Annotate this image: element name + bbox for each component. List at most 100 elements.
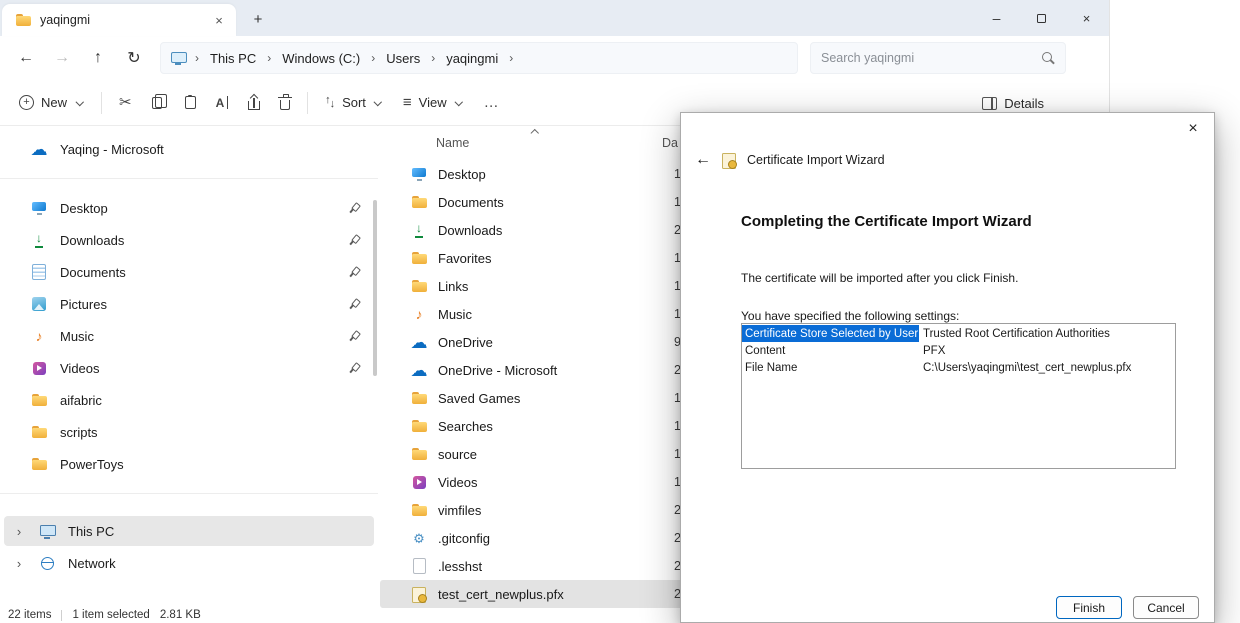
file-name: Saved Games (438, 391, 664, 406)
tree-section: › This PC › Network (0, 516, 378, 578)
folder-icon (30, 391, 48, 409)
folder-icon (410, 445, 428, 463)
chevron-right-icon[interactable]: › (12, 524, 26, 539)
file-name: Links (438, 279, 664, 294)
this-pc-icon (171, 51, 186, 65)
selection-size: 2.81 KB (160, 609, 201, 621)
chevron-down-icon (374, 98, 383, 107)
desktop-icon (410, 165, 428, 183)
finish-button[interactable]: Finish (1056, 596, 1122, 619)
trash-icon (280, 100, 290, 111)
downloads-icon (30, 231, 48, 249)
tab-close-button[interactable]: × (210, 11, 228, 29)
documents-icon (30, 263, 48, 281)
forward-button[interactable]: → (44, 42, 80, 74)
delete-button[interactable] (271, 86, 299, 120)
maximize-icon (1037, 14, 1046, 23)
folder-icon (410, 249, 428, 267)
sidebar-item-label: Documents (60, 265, 126, 280)
setting-row-filename[interactable]: File Name C:\Users\yaqingmi\test_cert_ne… (742, 359, 1175, 376)
wizard-back-button[interactable]: ← (695, 152, 711, 168)
new-button[interactable]: + New (10, 86, 93, 120)
sidebar-item-pictures[interactable]: Pictures (4, 289, 374, 319)
search-box[interactable] (810, 42, 1066, 74)
sidebar-item-downloads[interactable]: Downloads (4, 225, 374, 255)
address-bar[interactable]: › This PC › Windows (C:) › Users › yaqin… (160, 42, 798, 74)
date-column-header[interactable]: Da (662, 136, 678, 150)
item-count: 22 items (8, 609, 51, 621)
sidebar-item-powertoys[interactable]: PowerToys (4, 449, 374, 479)
maximize-button[interactable] (1019, 0, 1064, 36)
dialog-close-button[interactable]: × (1178, 116, 1208, 142)
sidebar-item-network[interactable]: › Network (4, 548, 374, 578)
chevron-right-icon[interactable]: › (12, 556, 26, 571)
view-button[interactable]: ≡ View (394, 86, 473, 120)
sidebar-item-documents[interactable]: Documents (4, 257, 374, 287)
file-name: OneDrive (438, 335, 664, 350)
back-button[interactable]: ← (8, 42, 44, 74)
sidebar-item-scripts[interactable]: scripts (4, 417, 374, 447)
sidebar-item-this-pc[interactable]: › This PC (4, 516, 374, 546)
pin-icon (346, 264, 363, 281)
music-icon (30, 327, 48, 345)
status-divider (61, 610, 62, 621)
copy-button[interactable] (143, 86, 174, 120)
sidebar-item-videos[interactable]: Videos (4, 353, 374, 383)
paste-button[interactable] (176, 86, 205, 120)
settings-list[interactable]: Certificate Store Selected by User Trust… (741, 323, 1176, 469)
sidebar-item-label: Downloads (60, 233, 124, 248)
breadcrumb-windows-c[interactable]: Windows (C:) (276, 48, 366, 69)
sort-button[interactable]: ↑↓ Sort (316, 86, 392, 120)
pin-icon (346, 200, 363, 217)
file-name: Videos (438, 475, 664, 490)
up-button[interactable]: ↑ (80, 42, 116, 74)
share-button[interactable] (239, 86, 269, 120)
view-label: View (419, 95, 447, 110)
file-name: Documents (438, 195, 664, 210)
pin-icon (346, 296, 363, 313)
details-panel-icon (982, 97, 997, 110)
sidebar-item-label: Yaqing - Microsoft (60, 142, 164, 157)
chevron-down-icon (455, 98, 464, 107)
this-pc-icon (38, 522, 56, 540)
pin-icon (346, 360, 363, 377)
sidebar-item-onedrive-account[interactable]: Yaqing - Microsoft (4, 134, 374, 164)
search-input[interactable] (821, 51, 1034, 65)
sidebar-scrollbar[interactable] (373, 200, 377, 376)
desktop-icon (30, 199, 48, 217)
certificate-icon (720, 151, 738, 169)
sidebar-item-label: Videos (60, 361, 100, 376)
breadcrumb-this-pc[interactable]: This PC (204, 48, 262, 69)
sidebar-item-desktop[interactable]: Desktop (4, 193, 374, 223)
wizard-description: The certificate will be imported after y… (741, 271, 1018, 285)
refresh-button[interactable]: ↻ (116, 42, 152, 74)
screen: yaqingmi × + – × ← → ↑ ↻ › This PC › Win… (0, 0, 1240, 623)
pinned-section: Desktop Downloads Documents (0, 193, 378, 479)
breadcrumb-users[interactable]: Users (380, 48, 426, 69)
setting-value: Trusted Root Certification Authorities (919, 325, 1114, 342)
cancel-button[interactable]: Cancel (1133, 596, 1199, 619)
setting-key: File Name (742, 359, 919, 376)
wizard-title: Certificate Import Wizard (747, 153, 885, 167)
minimize-button[interactable]: – (974, 0, 1019, 36)
more-options-button[interactable]: … (475, 86, 508, 120)
music-icon (410, 305, 428, 323)
rename-button[interactable] (207, 86, 237, 120)
sidebar-item-aifabric[interactable]: aifabric (4, 385, 374, 415)
explorer-tab[interactable]: yaqingmi × (2, 4, 236, 36)
folder-icon (14, 11, 32, 29)
new-tab-button[interactable]: + (246, 7, 270, 31)
pin-icon (346, 328, 363, 345)
cut-button[interactable]: ✂ (110, 86, 141, 120)
close-button[interactable]: × (1064, 0, 1109, 36)
setting-row-store[interactable]: Certificate Store Selected by User Trust… (742, 325, 1175, 342)
file-name: test_cert_newplus.pfx (438, 587, 664, 602)
copy-icon (152, 97, 162, 109)
folder-icon (30, 423, 48, 441)
name-column-header[interactable]: Name (436, 136, 662, 150)
navigation-sidebar: Yaqing - Microsoft Desktop Downloads (0, 126, 378, 607)
breadcrumb-yaqingmi[interactable]: yaqingmi (440, 48, 504, 69)
sidebar-item-music[interactable]: Music (4, 321, 374, 351)
setting-row-content[interactable]: Content PFX (742, 342, 1175, 359)
chevron-down-icon (75, 98, 84, 107)
